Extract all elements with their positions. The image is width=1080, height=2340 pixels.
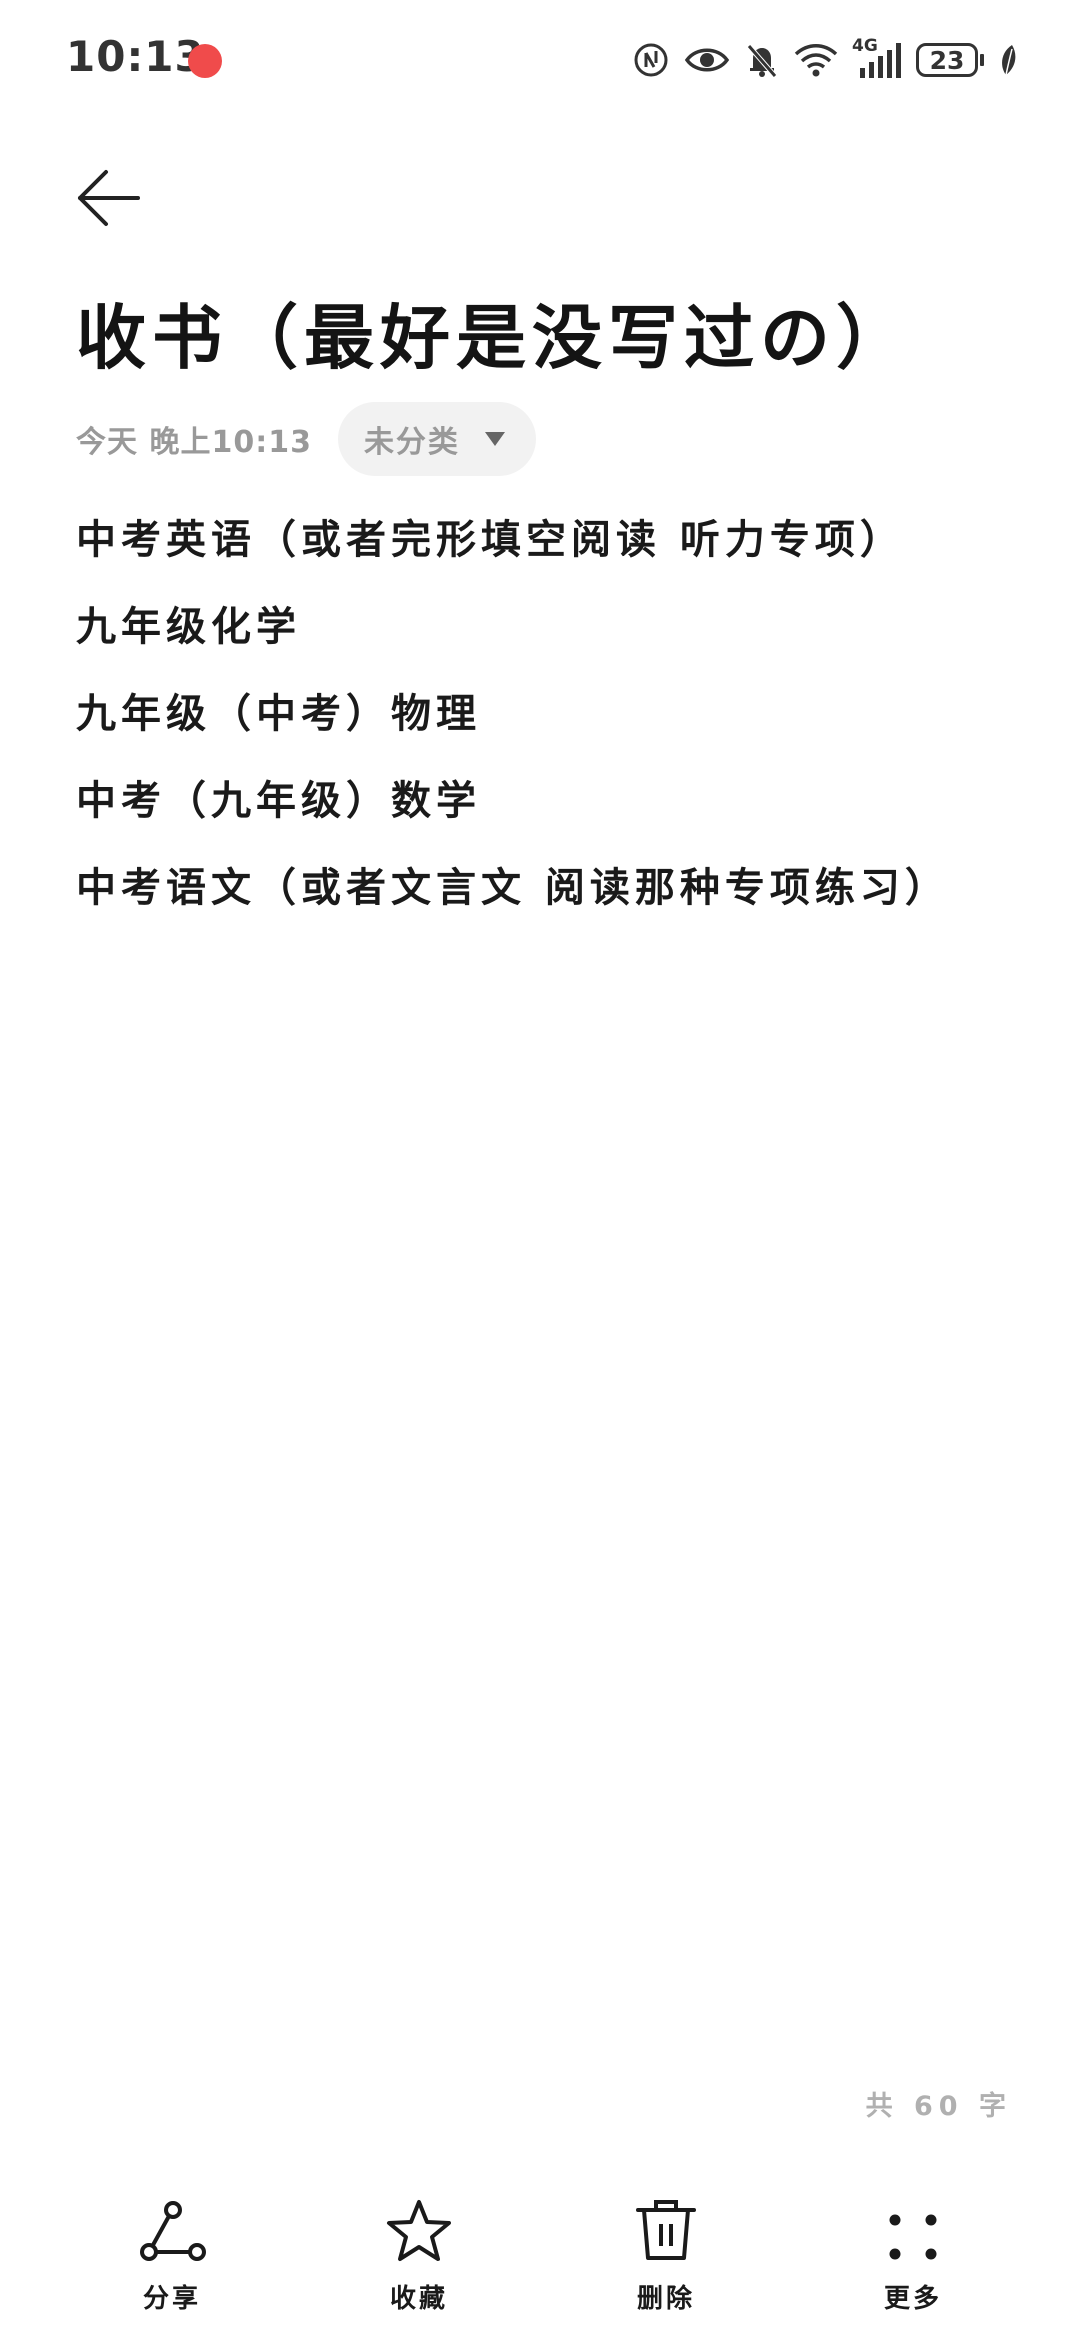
leaf-icon [1002, 45, 1016, 76]
status-bar: 10:13 4G 23 [0, 0, 1080, 120]
note-line: 九年级化学 [76, 604, 301, 650]
share-button[interactable]: 分享 [92, 2190, 252, 2330]
trash-icon [636, 2200, 696, 2260]
note-body[interactable]: 中考英语（或者完形填空阅读 听力专项） 九年级化学 九年级（中考）物理 中考（九… [76, 510, 1036, 945]
more-dots-icon [889, 2214, 937, 2260]
eye-comfort-icon [684, 48, 730, 72]
note-line: 九年级（中考）物理 [76, 691, 481, 737]
note-line: 中考语文（或者文言文 阅读那种专项练习） [76, 865, 950, 911]
battery-indicator: 23 [916, 43, 984, 77]
note-line: 中考（九年级）数学 [76, 778, 481, 824]
nfc-icon [634, 43, 668, 77]
status-time: 10:13 [66, 32, 205, 81]
back-button[interactable] [70, 160, 150, 240]
word-count: 共 60 字 [865, 2091, 1012, 2122]
battery-icon: 23 [916, 43, 978, 77]
wifi-icon [794, 44, 838, 77]
bell-muted-icon [747, 44, 777, 78]
favorite-button[interactable]: 收藏 [339, 2190, 499, 2330]
battery-tip [980, 54, 984, 66]
star-icon [387, 2200, 451, 2261]
share-label: 分享 [142, 2284, 201, 2314]
note-meta: 今天 晚上10:13 未分类 [76, 402, 536, 476]
status-icons: 4G 23 [632, 36, 1018, 82]
cellular-signal: 4G [852, 36, 902, 80]
battery-level: 23 [929, 45, 965, 75]
note-line: 中考英语（或者完形填空阅读 听力专项） [76, 517, 905, 563]
delete-label: 删除 [636, 2284, 695, 2314]
favorite-label: 收藏 [389, 2284, 448, 2314]
note-title[interactable]: 收书（最好是没写过の） [76, 282, 1036, 383]
category-dropdown[interactable]: 未分类 [337, 402, 536, 476]
caret-down-icon [484, 432, 505, 446]
delete-button[interactable]: 删除 [586, 2190, 746, 2330]
share-icon [140, 2201, 206, 2261]
arrow-left-icon [78, 170, 140, 226]
signal-bars-icon [860, 43, 901, 78]
more-label: 更多 [883, 2284, 942, 2314]
notification-app-icon [188, 44, 222, 78]
bottom-toolbar: 分享 收藏 删除 更多 [0, 2190, 1080, 2340]
more-button[interactable]: 更多 [833, 2190, 993, 2330]
note-date: 今天 晚上10:13 [76, 425, 312, 460]
category-label: 未分类 [363, 425, 460, 460]
